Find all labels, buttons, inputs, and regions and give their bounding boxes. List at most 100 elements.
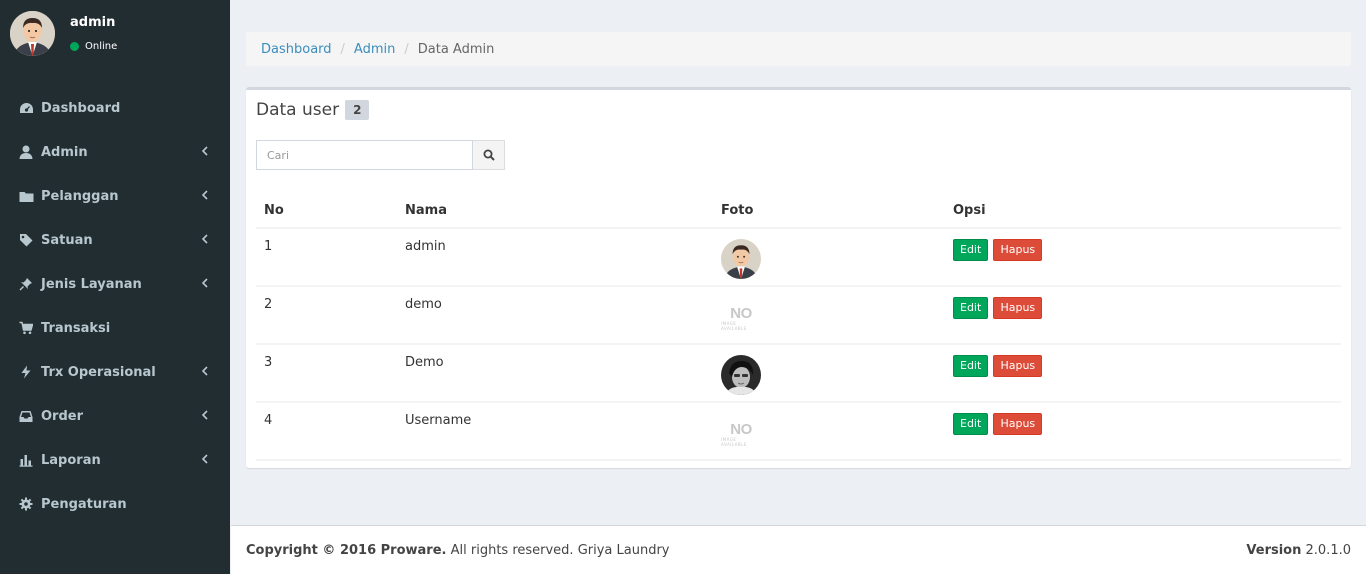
edit-button[interactable]: Edit [953, 413, 989, 435]
user-status: Online [70, 41, 117, 52]
inbox-icon [18, 408, 34, 424]
breadcrumb-link-dashboard[interactable]: Dashboard [261, 42, 332, 57]
search-input[interactable] [256, 140, 473, 170]
cell-nama: Username [397, 402, 713, 461]
sidebar-item-trx-operasional[interactable]: Trx Operasional [0, 350, 230, 394]
no-image-placeholder: NO IMAGE AVAILABLE [721, 415, 761, 455]
edit-button[interactable]: Edit [953, 239, 989, 261]
cell-nama: admin [397, 228, 713, 287]
column-header-no: No [256, 194, 397, 229]
sidebar-item-admin[interactable]: Admin [0, 130, 230, 174]
cell-opsi: Edit Hapus [945, 344, 1341, 403]
cell-opsi: Edit Hapus [945, 286, 1341, 345]
cell-no: 1 [256, 228, 397, 287]
table-row: 4 Username NO IMAGE AVAILABLE Edit Hapus [256, 402, 1341, 461]
delete-button[interactable]: Hapus [993, 239, 1043, 261]
no-image-subtext: IMAGE AVAILABLE [721, 437, 747, 447]
breadcrumb: Dashboard / Admin / Data Admin [246, 32, 1351, 66]
user-photo [721, 239, 761, 279]
delete-button[interactable]: Hapus [993, 355, 1043, 377]
breadcrumb-current: Data Admin [417, 41, 495, 57]
cart-icon [18, 320, 34, 336]
sidebar-item-satuan[interactable]: Satuan [0, 218, 230, 262]
sidebar-item-jenis-layanan[interactable]: Jenis Layanan [0, 262, 230, 306]
user-table: No Nama Foto Opsi 1 admin Edit Hapus 2 d… [256, 194, 1341, 461]
dashboard-icon [18, 100, 34, 116]
search-icon [483, 149, 495, 161]
cell-no: 3 [256, 344, 397, 403]
no-image-placeholder: NO IMAGE AVAILABLE [721, 299, 761, 339]
chevron-left-icon [201, 190, 208, 200]
footer-copyright: Copyright © 2016 Proware. All rights res… [246, 543, 670, 558]
search-button[interactable] [473, 140, 505, 170]
cell-opsi: Edit Hapus [945, 228, 1341, 287]
cell-no: 4 [256, 402, 397, 461]
chevron-left-icon [201, 410, 208, 420]
cell-foto [713, 344, 945, 403]
box-title: Data user 2 [256, 100, 370, 120]
cell-opsi: Edit Hapus [945, 402, 1341, 461]
sidebar-item-label: Pengaturan [41, 496, 127, 512]
footer: Copyright © 2016 Proware. All rights res… [231, 525, 1366, 574]
sidebar-item-order[interactable]: Order [0, 394, 230, 438]
box-title-text: Data user [256, 100, 340, 120]
cell-foto: NO IMAGE AVAILABLE [713, 402, 945, 461]
breadcrumb-separator: / [404, 41, 409, 57]
sidebar-item-pelanggan[interactable]: Pelanggan [0, 174, 230, 218]
sidebar-menu: Dashboard Admin Pelanggan Satuan Jenis L… [0, 86, 230, 526]
gear-icon [18, 496, 34, 512]
column-header-foto: Foto [713, 194, 945, 229]
chevron-left-icon [201, 366, 208, 376]
main-content: Dashboard / Admin / Data Admin Data user… [231, 0, 1366, 525]
user-count-badge: 2 [345, 100, 370, 120]
sidebar-item-laporan[interactable]: Laporan [0, 438, 230, 482]
delete-button[interactable]: Hapus [993, 297, 1043, 319]
user-status-label: Online [85, 41, 118, 52]
search-group [256, 140, 505, 170]
sidebar-item-label: Transaksi [41, 320, 111, 336]
chevron-left-icon [201, 454, 208, 464]
data-user-box: Data user 2 No Nama Foto Opsi 1 ad [246, 87, 1351, 468]
column-header-nama: Nama [397, 194, 713, 229]
cell-nama: Demo [397, 344, 713, 403]
user-icon [18, 144, 34, 160]
sidebar-item-label: Laporan [41, 452, 101, 468]
breadcrumb-link-admin[interactable]: Admin [354, 42, 395, 57]
sidebar-item-label: Order [41, 408, 83, 424]
no-image-text: NO [730, 305, 752, 322]
chevron-left-icon [201, 146, 208, 156]
delete-button[interactable]: Hapus [993, 413, 1043, 435]
version-label: Version [1246, 542, 1302, 558]
user-panel: admin Online [0, 0, 230, 70]
sidebar-item-label: Pelanggan [41, 188, 119, 204]
sidebar-item-dashboard[interactable]: Dashboard [0, 86, 230, 130]
user-photo [721, 355, 761, 395]
user-avatar [10, 11, 55, 56]
copyright-owner: Copyright © 2016 Proware. [246, 542, 447, 558]
table-row: 1 admin Edit Hapus [256, 228, 1341, 287]
bar-chart-icon [18, 452, 34, 468]
sidebar-item-pengaturan[interactable]: Pengaturan [0, 482, 230, 526]
table-header-row: No Nama Foto Opsi [256, 194, 1341, 229]
sidebar-item-label: Satuan [41, 232, 93, 248]
folder-icon [18, 188, 34, 204]
chevron-left-icon [201, 234, 208, 244]
cell-nama: demo [397, 286, 713, 345]
sidebar-item-transaksi[interactable]: Transaksi [0, 306, 230, 350]
cell-foto [713, 228, 945, 287]
edit-button[interactable]: Edit [953, 297, 989, 319]
footer-version: Version 2.0.1.0 [1246, 543, 1351, 558]
thumbtack-icon [18, 276, 34, 292]
no-image-text: NO [730, 421, 752, 438]
cell-foto: NO IMAGE AVAILABLE [713, 286, 945, 345]
sidebar-item-label: Dashboard [41, 100, 121, 116]
copyright-rest: All rights reserved. Griya Laundry [446, 542, 670, 558]
sidebar-item-label: Admin [41, 144, 88, 160]
cell-no: 2 [256, 286, 397, 345]
user-name: admin [70, 15, 116, 30]
table-row: 3 Demo Edit Hapus [256, 344, 1341, 403]
sidebar-item-label: Jenis Layanan [41, 276, 142, 292]
tag-icon [18, 232, 34, 248]
edit-button[interactable]: Edit [953, 355, 989, 377]
online-indicator-icon [70, 42, 79, 51]
